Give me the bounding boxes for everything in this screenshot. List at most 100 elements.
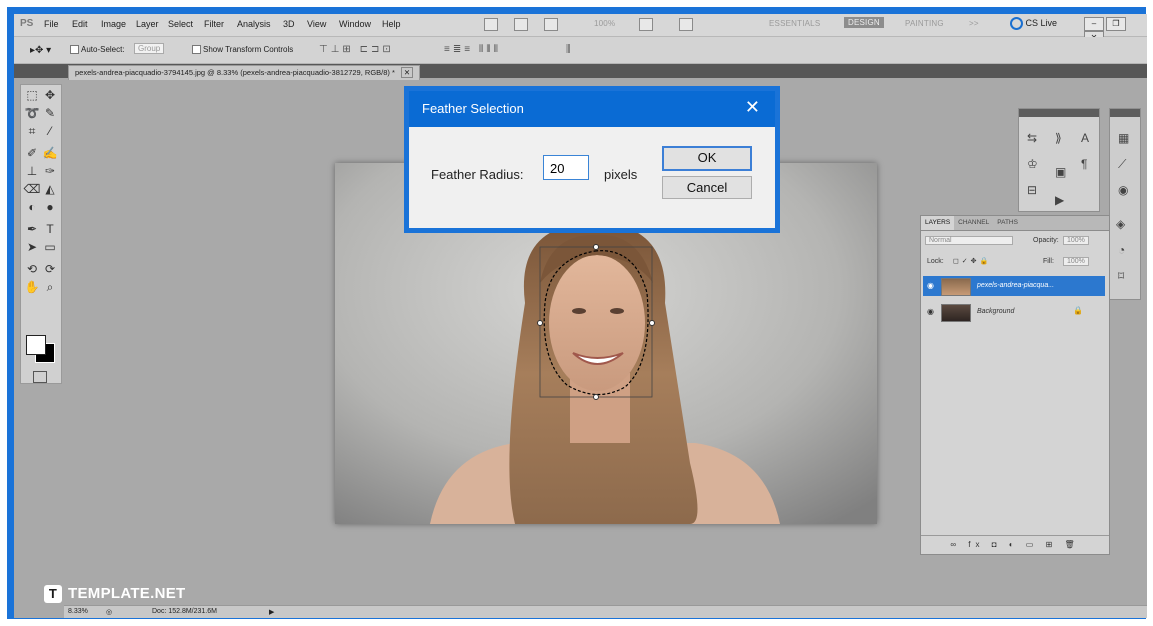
marquee-tool-icon[interactable]: ⬚	[23, 87, 41, 103]
workspace-essentials[interactable]: ESSENTIALS	[769, 19, 820, 28]
dialog-title-bar[interactable]: Feather Selection ✕	[409, 91, 775, 127]
cancel-button[interactable]: Cancel	[662, 176, 752, 199]
menu-analysis[interactable]: Analysis	[237, 19, 271, 29]
crop-tool-icon[interactable]: ⌗	[23, 123, 41, 139]
menu-window[interactable]: Window	[339, 19, 371, 29]
dialog-close-icon[interactable]: ✕	[745, 97, 760, 118]
restore-icon[interactable]: ❐	[1106, 17, 1126, 31]
workspace-design[interactable]: DESIGN	[844, 17, 884, 28]
show-transform-label: Show Transform Controls	[203, 45, 294, 54]
tab-channels[interactable]: CHANNEL	[954, 216, 993, 230]
opacity-input[interactable]: 100%	[1063, 236, 1089, 245]
move-tool-icon[interactable]: ✥	[41, 87, 59, 103]
zoom-level[interactable]: 100%	[594, 19, 615, 28]
styles-icon[interactable]: ◉	[1118, 183, 1128, 197]
channels-dock-icon[interactable]: ◔	[1118, 243, 1125, 257]
path-selection-icon[interactable]: ➤	[23, 239, 41, 255]
zoom-tool-icon[interactable]: ⌕	[41, 279, 59, 295]
status-menu-arrow-icon[interactable]: ▶	[269, 608, 274, 616]
fill-input[interactable]: 100%	[1063, 257, 1089, 266]
tool-presets-icon[interactable]: ⊟	[1027, 183, 1037, 197]
pen-tool-icon[interactable]: ✒	[23, 221, 41, 237]
menu-help[interactable]: Help	[382, 19, 401, 29]
foreground-color-swatch[interactable]	[26, 335, 46, 355]
brush-tool-icon[interactable]: ✍	[41, 145, 59, 161]
paths-dock-icon[interactable]: ⌑	[1118, 269, 1124, 283]
status-bar: 8.33% ◎ Doc: 152.8M/231.6M ▶	[64, 605, 1147, 618]
tab-layers[interactable]: LAYERS	[921, 216, 955, 230]
brush-preset-icon[interactable]: ⟫	[1055, 131, 1062, 145]
arrange-documents-icon[interactable]	[639, 18, 653, 31]
move-tool-icon[interactable]: ▸✥ ▾	[30, 45, 51, 56]
watermark-text: TEMPLATE.NET	[68, 585, 186, 602]
visibility-eye-icon[interactable]: ◉	[927, 281, 934, 290]
layers-dock-icon[interactable]: ◈	[1116, 217, 1125, 231]
show-transform-checkbox[interactable]: Show Transform Controls	[192, 45, 294, 55]
dock-header[interactable]	[1110, 109, 1140, 117]
adjust-tool-icon[interactable]: ⇆	[1027, 131, 1037, 145]
menu-3d[interactable]: 3D	[283, 19, 295, 29]
menu-filter[interactable]: Filter	[204, 19, 224, 29]
lasso-tool-icon[interactable]: ➰	[23, 105, 41, 121]
status-zoom-icon[interactable]: ◎	[106, 608, 112, 616]
paint-bucket-icon[interactable]: ◭	[41, 181, 59, 197]
auto-select-dropdown[interactable]: Group	[134, 43, 165, 54]
screen-mode-icon[interactable]	[679, 18, 693, 31]
panel-header[interactable]	[1019, 109, 1099, 117]
menu-layer[interactable]: Layer	[136, 19, 159, 29]
feather-radius-input[interactable]: 20	[543, 155, 589, 180]
menu-image[interactable]: Image	[101, 19, 126, 29]
workspace-painting[interactable]: PAINTING	[905, 19, 944, 28]
view-extras-icon[interactable]	[544, 18, 558, 31]
blend-mode-select[interactable]: Normal	[925, 236, 1013, 245]
layer-row[interactable]: ◉ Background 🔒	[923, 302, 1105, 322]
minimize-icon[interactable]: –	[1084, 17, 1104, 31]
quick-selection-icon[interactable]: ✎	[41, 105, 59, 121]
layers-panel-footer-icons[interactable]: ∞ fx ◘ ◐ ▭ ⊞ 🗑	[921, 535, 1109, 554]
swatches-icon[interactable]: ⟋	[1118, 157, 1126, 172]
menu-view[interactable]: View	[307, 19, 326, 29]
tab-paths[interactable]: PATHS	[993, 216, 1022, 230]
3d-rotate-icon[interactable]: ⟲	[23, 261, 41, 277]
template-logo-icon: T	[44, 585, 62, 603]
auto-align-icon[interactable]: ⫼	[566, 44, 574, 55]
feather-radius-unit: pixels	[604, 167, 638, 182]
clone-stamp-icon[interactable]: ⊥	[23, 163, 41, 179]
close-tab-icon[interactable]: ✕	[400, 67, 414, 78]
type-tool-icon[interactable]: T	[41, 221, 59, 237]
paragraph-icon[interactable]: ¶	[1081, 157, 1087, 171]
auto-select-checkbox[interactable]: Auto-Select:	[70, 45, 125, 55]
dodge-tool-icon[interactable]: ●	[41, 199, 59, 215]
align-buttons-icon[interactable]: ⊤⊥⊞ ⊏⊐⊡	[319, 44, 394, 55]
eyedropper-icon[interactable]: ⁄	[41, 123, 59, 139]
layer-row[interactable]: ◉ pexels-andrea-piacqua...	[923, 276, 1105, 296]
menu-file[interactable]: File	[44, 19, 59, 29]
ok-button[interactable]: OK	[662, 146, 752, 171]
history-brush-icon[interactable]: ✑	[41, 163, 59, 179]
menu-edit[interactable]: Edit	[72, 19, 88, 29]
status-zoom[interactable]: 8.33%	[68, 608, 88, 615]
auto-select-value: Group	[134, 43, 165, 54]
bridge-icon[interactable]	[484, 18, 498, 31]
cs-live-button[interactable]: CS Live	[1010, 17, 1057, 30]
masks-icon[interactable]: ▣	[1055, 165, 1066, 179]
hand-tool-icon[interactable]: ✋	[23, 279, 41, 295]
character-icon[interactable]: A	[1081, 131, 1089, 145]
visibility-eye-icon[interactable]: ◉	[927, 307, 934, 316]
actions-icon[interactable]: ▶	[1055, 193, 1064, 207]
blur-tool-icon[interactable]: ◐	[23, 199, 41, 215]
clone-source-icon[interactable]: ♔	[1027, 157, 1038, 171]
mini-bridge-icon[interactable]	[514, 18, 528, 31]
workspace-more[interactable]: >>	[969, 19, 979, 28]
lock-options-icon[interactable]: ◻✓✥🔒	[953, 257, 991, 265]
3d-orbit-icon[interactable]: ⟳	[41, 261, 59, 277]
menu-select[interactable]: Select	[168, 19, 193, 29]
shape-tool-icon[interactable]: ▭	[41, 239, 59, 255]
navigator-icon[interactable]: ▦	[1118, 131, 1129, 145]
quick-mask-icon[interactable]	[33, 371, 47, 383]
distribute-buttons-icon[interactable]: ≡≣≡ ⦀⦀⦀	[444, 44, 501, 55]
eraser-icon[interactable]: ⌫	[23, 181, 41, 197]
healing-brush-icon[interactable]: ✐	[23, 145, 41, 161]
options-bar: ▸✥ ▾ Auto-Select: Group Show Transform C…	[14, 37, 1147, 64]
document-tab[interactable]: pexels-andrea-piacquadio-3794145.jpg @ 8…	[68, 65, 421, 80]
